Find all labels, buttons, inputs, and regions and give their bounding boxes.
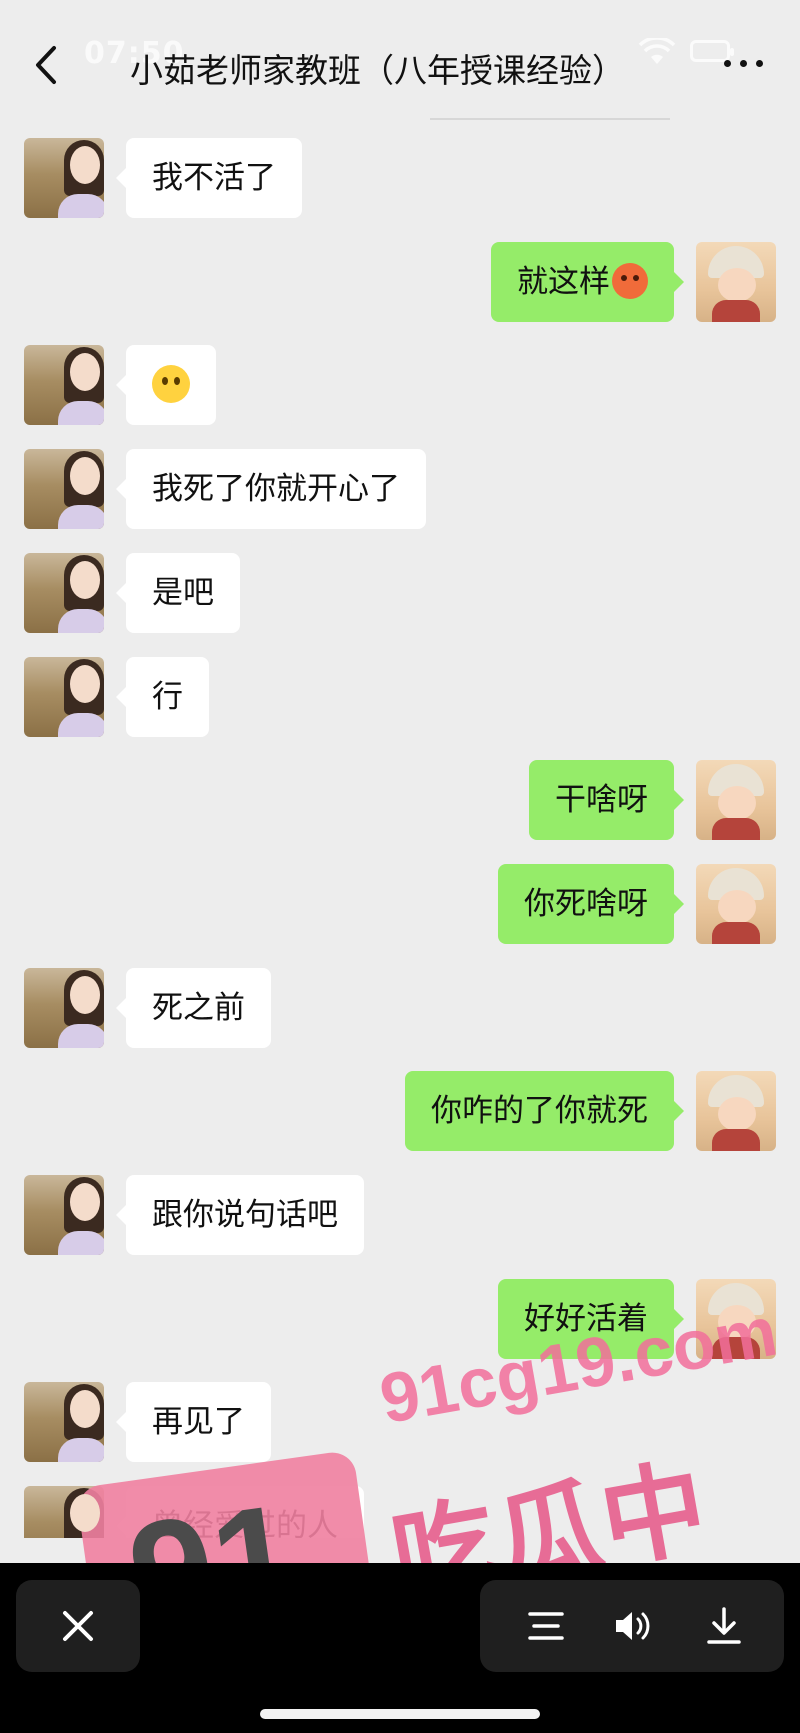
my-avatar[interactable]	[696, 1071, 776, 1151]
message-text: 干啥呀	[555, 782, 648, 818]
message-text: 死之前	[152, 990, 245, 1026]
home-indicator	[260, 1709, 540, 1719]
sent-message-bubble[interactable]: 你咋的了你就死	[405, 1071, 684, 1151]
received-message-bubble[interactable]: 是吧	[116, 553, 240, 633]
message-row: 你咋的了你就死	[0, 1069, 800, 1153]
message-row	[0, 343, 800, 427]
my-avatar[interactable]	[696, 242, 776, 322]
contact-avatar[interactable]	[24, 1175, 104, 1255]
message-row: 我不活了	[0, 136, 800, 220]
list-icon[interactable]	[524, 1604, 568, 1648]
close-icon	[63, 1611, 93, 1641]
my-avatar[interactable]	[696, 760, 776, 840]
media-controls	[480, 1580, 784, 1672]
received-message-bubble[interactable]: 跟你说句话吧	[116, 1175, 364, 1255]
sent-message-bubble[interactable]: 你死啥呀	[498, 864, 684, 944]
more-dots-icon[interactable]	[722, 50, 768, 78]
message-text: 我死了你就开心了	[152, 471, 400, 507]
received-message-bubble[interactable]: 再见了	[116, 1382, 271, 1462]
message-text: 你咋的了你就死	[431, 1093, 648, 1129]
message-row: 我死了你就开心了	[0, 447, 800, 531]
message-row: 跟你说句话吧	[0, 1173, 800, 1257]
message-row: 行	[0, 655, 800, 739]
message-row: 死之前	[0, 966, 800, 1050]
received-message-bubble[interactable]: 死之前	[116, 968, 271, 1048]
close-button[interactable]	[16, 1580, 140, 1672]
contact-avatar[interactable]	[24, 553, 104, 633]
contact-avatar[interactable]	[24, 968, 104, 1048]
speaker-icon[interactable]	[610, 1604, 654, 1648]
message-text: 我不活了	[152, 160, 276, 196]
message-row: 你死啥呀	[0, 862, 800, 946]
chat-screen: 07:50 小茹老师家教班（八年授课经验） 我不活了就这样我死了你就开心了 是吧行…	[0, 0, 800, 1733]
back-button[interactable]	[26, 40, 66, 90]
player-bar	[0, 1563, 800, 1733]
message-text: 跟你说句话吧	[152, 1197, 338, 1233]
message-row: 就这样	[0, 240, 800, 324]
contact-avatar[interactable]	[24, 657, 104, 737]
contact-avatar[interactable]	[24, 1382, 104, 1462]
download-icon[interactable]	[702, 1604, 746, 1648]
message-text: 是吧	[152, 575, 214, 611]
message-row: 干啥呀	[0, 758, 800, 842]
received-message-bubble[interactable]: 我不活了	[116, 138, 302, 218]
angry-face-emoji-icon	[612, 262, 648, 299]
chat-title: 小茹老师家教班（八年授课经验）	[130, 51, 625, 90]
divider	[430, 118, 670, 120]
my-avatar[interactable]	[696, 864, 776, 944]
contact-avatar[interactable]	[24, 345, 104, 425]
sent-message-bubble[interactable]: 干啥呀	[529, 760, 684, 840]
contact-avatar[interactable]	[24, 449, 104, 529]
smile-face-emoji-icon	[152, 364, 190, 403]
received-message-bubble[interactable]: 我死了你就开心了	[116, 449, 426, 529]
contact-avatar[interactable]	[24, 138, 104, 218]
received-message-bubble[interactable]	[116, 345, 216, 425]
message-text: 再见了	[152, 1404, 245, 1440]
message-text: 你死啥呀	[524, 886, 648, 922]
message-text: 行	[152, 679, 183, 715]
received-message-bubble[interactable]: 行	[116, 657, 209, 737]
chat-header: 07:50 小茹老师家教班（八年授课经验）	[0, 0, 800, 118]
message-row: 是吧	[0, 551, 800, 635]
message-text: 就这样	[517, 264, 610, 300]
sent-message-bubble[interactable]: 就这样	[491, 242, 684, 322]
